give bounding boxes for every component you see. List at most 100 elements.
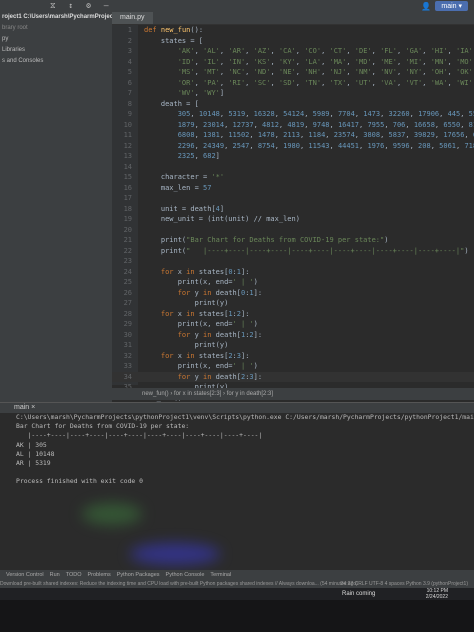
code-text[interactable]: unit = death[4] [144,204,224,215]
code-line[interactable]: 10 1879, 23014, 12737, 4812, 4819, 9748,… [112,120,474,131]
console-line: C:\Users\marsh\PycharmProjects\pythonPro… [16,413,474,421]
code-line[interactable]: 11 6808, 1381, 11502, 1478, 2113, 1184, … [112,130,474,141]
external-libraries-item[interactable]: Libraries [0,45,112,56]
tool-tab[interactable]: Problems [88,572,111,578]
project-root-item[interactable]: roject1 C:\Users\marsh\PycharmProjects\p… [0,12,112,23]
code-text[interactable]: for y in death[0:1]: [144,288,262,299]
tool-tab[interactable]: TODO [66,572,82,578]
code-line[interactable]: 24 for x in states[0:1]: [112,267,474,278]
code-text[interactable]: states = [ [144,36,203,47]
code-line[interactable]: 26 for y in death[0:1]: [112,288,474,299]
status-right[interactable]: 34:27 CRLF UTF-8 4 spaces Python 3.9 (py… [341,580,468,588]
code-line[interactable]: 15 character = '*' [112,172,474,183]
code-text[interactable]: print("Bar Chart for Deaths from COVID-1… [144,235,389,246]
run-config-button[interactable]: main ▾ [435,1,468,11]
line-number: 3 [127,47,132,55]
code-line[interactable]: 5 'MS', 'MT', 'NC', 'ND', 'NE', 'NH', 'N… [112,67,474,78]
tool-tab[interactable]: Python Packages [117,572,160,578]
console-output: C:\Users\marsh\PycharmProjects\pythonPro… [0,413,474,487]
code-line[interactable]: 28 for x in states[1:2]: [112,309,474,320]
weather-widget[interactable]: Rain coming [342,588,375,600]
run-tab[interactable]: main × [0,403,474,413]
code-text[interactable]: print(x, end=' | ') [144,361,258,372]
code-line[interactable]: 9 305, 10148, 5319, 16328, 54124, 5989, … [112,109,474,120]
code-editor[interactable]: main.py 1 def new_fun(): 2 states = [3 'AK… [112,12,474,402]
status-message[interactable]: Download pre-built shared indexes: Reduc… [0,581,358,587]
code-line[interactable]: 29 print(x, end=' | ') [112,319,474,330]
code-text[interactable]: 'ID', 'IL', 'IN', 'KS', 'KY', 'LA', 'MA'… [144,57,474,68]
code-text[interactable]: def new_fun(): [144,25,203,36]
code-text[interactable]: 'WV', 'WY'] [144,88,224,99]
code-text[interactable]: print(y) [144,298,229,309]
code-text[interactable]: 'MS', 'MT', 'NC', 'ND', 'NE', 'NH', 'NJ'… [144,67,474,78]
code-line[interactable]: 27 print(y) [112,298,474,309]
code-text[interactable]: for x in states[1:2]: [144,309,250,320]
code-text[interactable]: death = [ [144,99,199,110]
line-number: 13 [123,152,132,160]
code-text[interactable]: 1879, 23014, 12737, 4812, 4819, 9748, 16… [144,120,474,131]
code-line[interactable]: 2 states = [ [112,36,474,47]
status-bar: Download pre-built shared indexes: Reduc… [0,580,474,588]
code-text[interactable]: 2296, 24349, 2547, 8754, 1980, 11543, 44… [144,141,474,152]
code-line[interactable]: 30 for y in death[1:2]: [112,330,474,341]
breadcrumb[interactable]: new_fun() › for x in states[2:3] › for y… [112,388,474,400]
code-text[interactable]: print(x, end=' | ') [144,319,258,330]
code-text[interactable]: 'OR', 'PA', 'RI', 'SC', 'SD', 'TN', 'TX'… [144,78,474,89]
code-line[interactable]: 1 def new_fun(): [112,25,474,36]
tool-tab[interactable]: Terminal [210,572,231,578]
code-line[interactable]: 12 2296, 24349, 2547, 8754, 1980, 11543,… [112,141,474,152]
tool-tab[interactable]: Python Console [166,572,205,578]
code-line[interactable]: 14 [112,162,474,173]
code-line[interactable]: 13 2325, 682] [112,151,474,162]
line-number: 12 [123,141,132,150]
code-line[interactable]: 33 print(x, end=' | ') [112,361,474,372]
code-text[interactable]: new_unit = (int(unit) // max_len) [144,214,300,225]
code-text[interactable]: for x in states[2:3]: [144,351,250,362]
code-text[interactable]: print(y) [144,340,229,351]
tool-tab[interactable]: Version Control [6,572,44,578]
line-number: 30 [123,330,132,339]
code-line[interactable]: 7 'WV', 'WY'] [112,88,474,99]
code-line[interactable]: 34 for y in death[2:3]: [112,371,474,383]
clock[interactable]: 10:12 PM 2/24/2022 [426,588,448,600]
line-number: 21 [123,236,132,244]
code-line[interactable]: 21 print("Bar Chart for Deaths from COVI… [112,235,474,246]
code-line[interactable]: 4 'ID', 'IL', 'IN', 'KS', 'KY', 'LA', 'M… [112,57,474,68]
code-text[interactable]: max_len = 57 [144,183,212,194]
project-file-item[interactable]: py [0,34,112,45]
code-line[interactable]: 32 for x in states[2:3]: [112,351,474,362]
console-line: AL | 10148 [16,449,55,458]
code-text[interactable]: for x in states[0:1]: [144,267,250,278]
toolbar-icons[interactable]: ⧖ ↕ ⚙ — [50,1,113,11]
code-text[interactable]: for y in death[2:3]: [144,372,262,383]
code-text[interactable]: 2325, 682] [144,151,220,162]
code-line[interactable]: 19 new_unit = (int(unit) // max_len) [112,214,474,225]
tab-main-py[interactable]: main.py [112,12,153,24]
code-text[interactable]: 'AK', 'AL', 'AR', 'AZ', 'CA', 'CO', 'CT'… [144,46,474,57]
code-line[interactable]: 18 unit = death[4] [112,204,474,215]
code-text[interactable]: character = '*' [144,172,224,183]
code-line[interactable]: 22 print(" |----+----|----+----|----+---… [112,246,474,257]
code-line[interactable]: 8 death = [ [112,99,474,110]
code-line[interactable]: 25 print(x, end=' | ') [112,277,474,288]
code-text[interactable]: print(" |----+----|----+----|----+----|-… [144,246,469,257]
code-line[interactable]: 16 max_len = 57 [112,183,474,194]
code-line[interactable]: 20 [112,225,474,236]
scratches-item[interactable]: s and Consoles [0,56,112,67]
code-text[interactable]: 6808, 1381, 11502, 1478, 2113, 1184, 235… [144,130,474,141]
code-line[interactable]: 3 'AK', 'AL', 'AR', 'AZ', 'CA', 'CO', 'C… [112,46,474,57]
code-text[interactable]: for y in death[1:2]: [144,330,262,341]
code-line[interactable]: 6 'OR', 'PA', 'RI', 'SC', 'SD', 'TN', 'T… [112,78,474,89]
tool-tab[interactable]: Run [50,572,60,578]
line-number: 29 [123,320,132,328]
library-root-label: brary root [2,25,28,31]
line-number: 9 [127,110,132,118]
code-line[interactable]: 17 [112,193,474,204]
code-text[interactable]: print(x, end=' | ') [144,277,258,288]
code-text[interactable]: 305, 10148, 5319, 16328, 54124, 5989, 77… [144,109,474,120]
code-line[interactable]: 31 print(y) [112,340,474,351]
code-lines[interactable]: 1 def new_fun(): 2 states = [3 'AK', 'AL',… [112,25,474,403]
user-icon[interactable]: 👤 [421,2,431,11]
code-line[interactable]: 23 [112,256,474,267]
